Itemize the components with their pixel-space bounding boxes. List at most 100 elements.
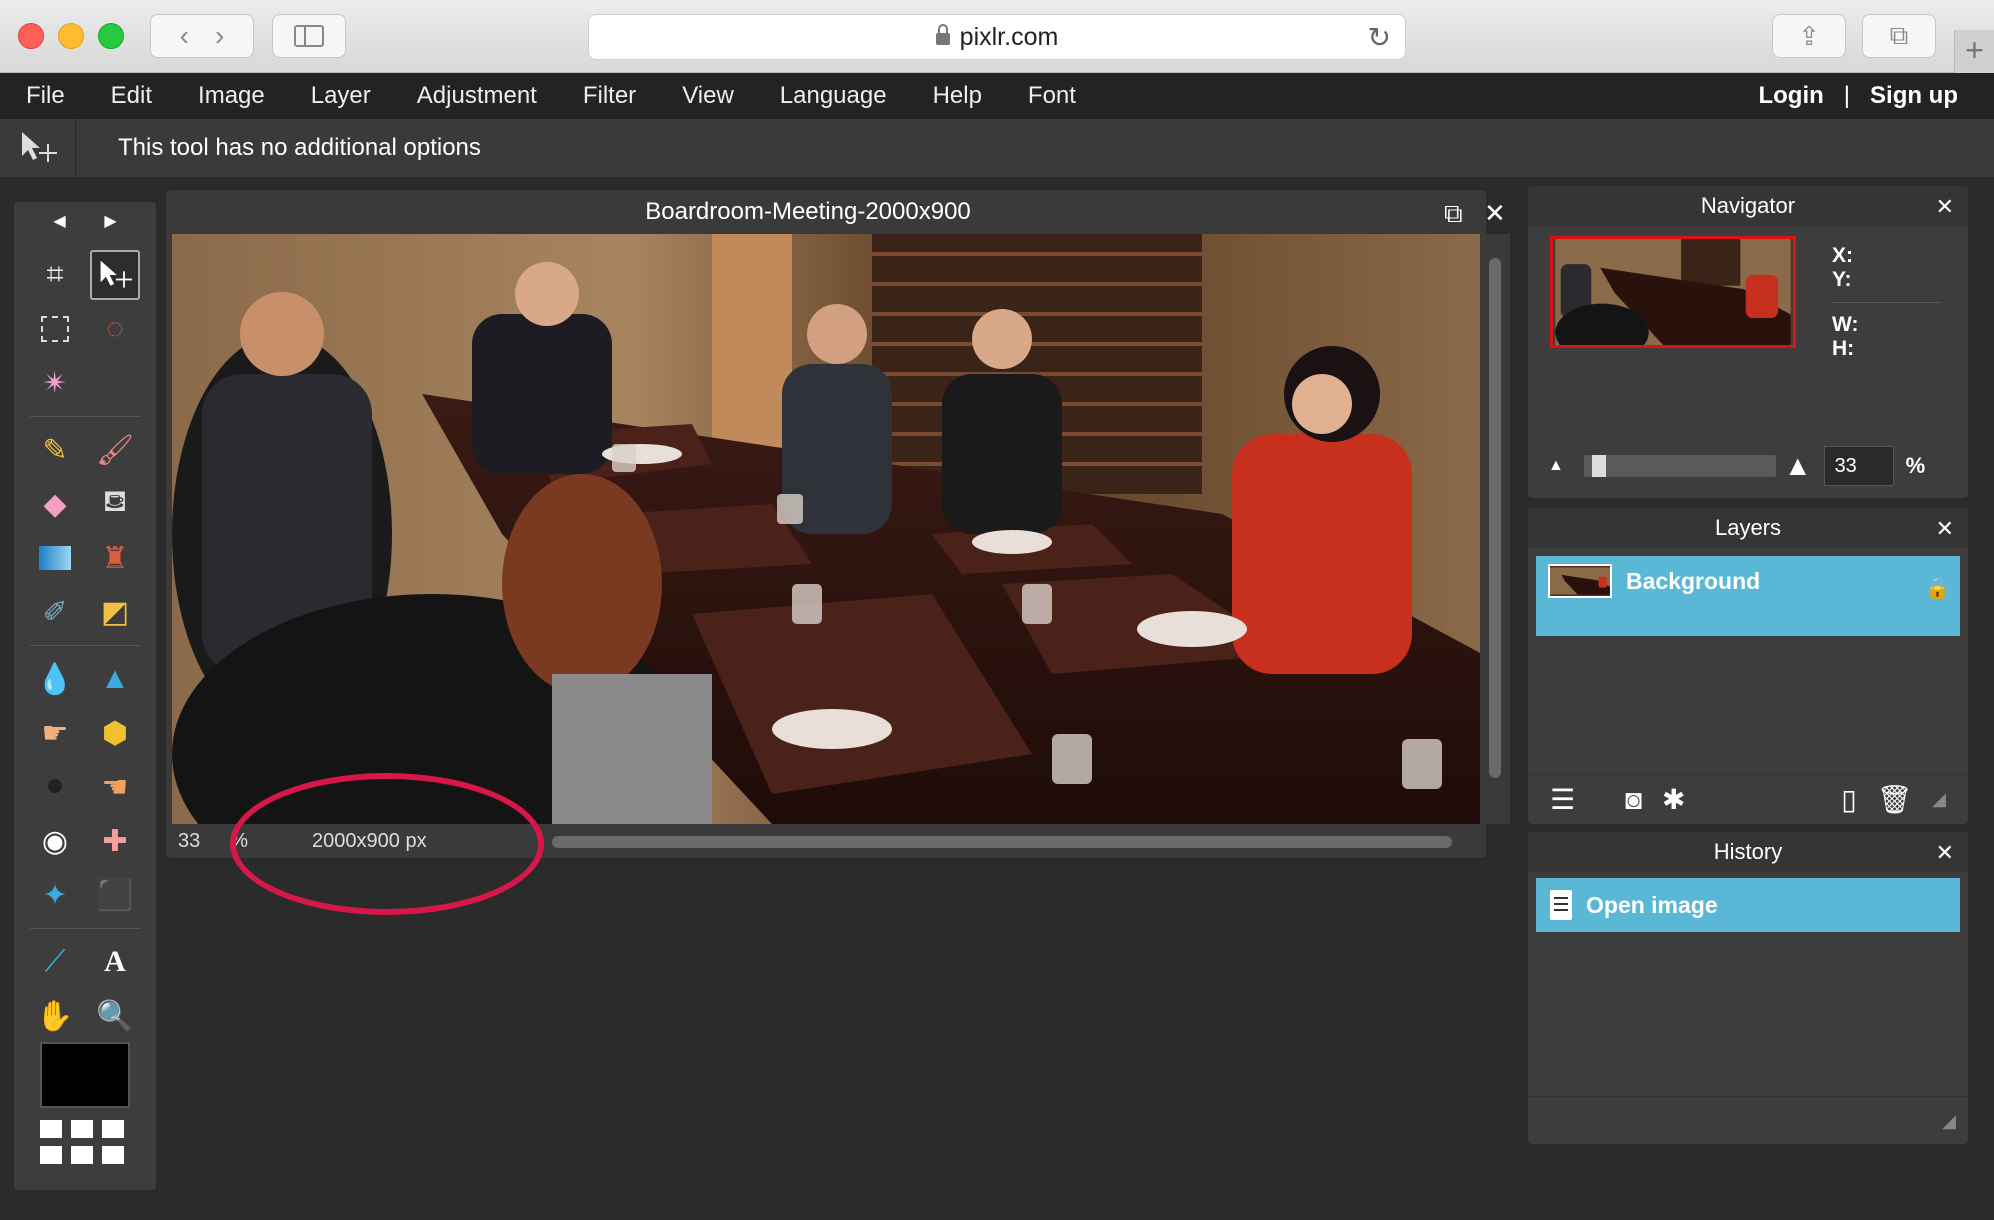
navigator-coordinates: X: Y: W: H: xyxy=(1832,244,1942,361)
sidebar-toggle-button[interactable] xyxy=(272,14,346,58)
menu-adjustment[interactable]: Adjustment xyxy=(394,82,560,110)
type-tool-icon[interactable]: A xyxy=(90,937,140,987)
pinch-tool-icon[interactable]: ⬛ xyxy=(90,870,140,920)
w-label: W: xyxy=(1832,313,1859,336)
menu-image[interactable]: Image xyxy=(175,82,288,110)
lasso-tool-icon[interactable]: ◌ xyxy=(90,304,140,354)
grid-icon[interactable] xyxy=(40,1120,130,1164)
eraser-tool-icon[interactable]: ◆ xyxy=(30,479,80,529)
tabs-icon: ⧉ xyxy=(1889,20,1909,50)
share-button[interactable]: ⇪ xyxy=(1772,14,1846,58)
layer-mask-icon[interactable]: ◙ xyxy=(1625,784,1642,816)
menu-font[interactable]: Font xyxy=(1005,82,1099,110)
resize-handle-icon[interactable]: ◢ xyxy=(1932,789,1946,810)
url-text: pixlr.com xyxy=(959,22,1059,51)
move-tool-button[interactable] xyxy=(90,250,140,300)
tabs-overview-button[interactable]: ⧉ xyxy=(1862,14,1936,58)
move-tool-icon xyxy=(0,119,76,177)
history-close-icon[interactable]: ✕ xyxy=(1936,840,1954,866)
smudge-tool-icon[interactable]: ☛ xyxy=(30,708,80,758)
sponge-tool-icon[interactable]: ⬢ xyxy=(90,708,140,758)
dodge-tool-icon[interactable]: ⚫ xyxy=(30,762,80,812)
menu-view[interactable]: View xyxy=(659,82,757,110)
layer-styles-icon[interactable]: ✱ xyxy=(1662,783,1685,816)
history-item[interactable]: Open image xyxy=(1536,878,1960,932)
new-tab-button[interactable]: + xyxy=(1954,30,1994,73)
signup-link[interactable]: Sign up xyxy=(1870,82,1958,110)
zoom-value[interactable]: 33 xyxy=(178,830,200,853)
menu-layer[interactable]: Layer xyxy=(288,82,394,110)
forward-icon[interactable]: › xyxy=(215,20,224,52)
color-picker-tool-icon[interactable]: ⟋ xyxy=(30,937,80,987)
zoom-input[interactable]: 33 xyxy=(1823,446,1894,486)
minimize-window-button[interactable] xyxy=(58,23,84,49)
sharpen-tool-icon[interactable]: ▲ xyxy=(90,654,140,704)
back-icon[interactable]: ‹ xyxy=(180,20,189,52)
reload-icon[interactable]: ↻ xyxy=(1368,21,1391,54)
brush-tool-icon[interactable]: 🖌 xyxy=(90,425,140,475)
toolbox: ◀ ▶ ⌗ ◌ ✴ ✎ 🖌 ◆ ⛾ ♜ ✐ ◩ 💧 ▲ ☛ ⬢ ⚫ ☚ ◉ ✚ … xyxy=(14,202,156,1190)
menu-file[interactable]: File xyxy=(0,82,88,110)
layers-close-icon[interactable]: ✕ xyxy=(1936,516,1954,542)
magic-wand-tool-icon[interactable]: ✴ xyxy=(30,358,80,408)
resize-handle-icon[interactable]: ◢ xyxy=(1942,1111,1956,1132)
auth-separator: | xyxy=(1843,82,1851,109)
layer-thumbnail xyxy=(1548,564,1612,598)
x-label: X: xyxy=(1832,244,1853,267)
new-layer-icon[interactable]: ▯ xyxy=(1841,783,1856,816)
menu-edit[interactable]: Edit xyxy=(88,82,175,110)
clone-stamp-tool-icon[interactable]: ♜ xyxy=(90,533,140,583)
menu-help[interactable]: Help xyxy=(910,82,1005,110)
zoom-slider[interactable] xyxy=(1583,455,1776,477)
layer-lock-icon[interactable]: 🔒 xyxy=(1925,576,1950,601)
share-icon: ⇪ xyxy=(1798,20,1820,51)
marquee-tool-icon[interactable] xyxy=(30,304,80,354)
zoom-out-icon[interactable]: ▲ xyxy=(1548,457,1564,475)
history-panel: History ✕ Open image ◢ xyxy=(1528,832,1968,1144)
bloat-tool-icon[interactable]: ✦ xyxy=(30,870,80,920)
canvas[interactable] xyxy=(172,234,1482,824)
delete-layer-icon[interactable]: 🗑 xyxy=(1877,783,1913,816)
color-replace-tool-icon[interactable]: ✐ xyxy=(30,587,80,637)
drawing-tool-icon[interactable]: ◩ xyxy=(90,587,140,637)
sidebar-icon xyxy=(294,25,324,47)
vertical-scrollbar[interactable] xyxy=(1480,234,1510,824)
highlight-annotation xyxy=(230,773,544,915)
zoom-percent: % xyxy=(1905,453,1926,478)
restore-window-icon[interactable]: ⧉ xyxy=(1444,198,1463,230)
gradient-tool-icon[interactable] xyxy=(30,533,80,583)
navigator-close-icon[interactable]: ✕ xyxy=(1936,194,1954,220)
horizontal-scrollbar[interactable] xyxy=(552,836,1452,848)
crop-tool-icon[interactable]: ⌗ xyxy=(30,250,80,300)
collapse-right-icon[interactable]: ▶ xyxy=(104,211,116,231)
navigator-title: Navigator xyxy=(1700,193,1796,218)
h-label: H: xyxy=(1832,337,1855,360)
zoom-window-button[interactable] xyxy=(98,23,124,49)
login-link[interactable]: Login xyxy=(1758,82,1823,110)
red-eye-tool-icon[interactable]: ◉ xyxy=(30,816,80,866)
y-label: Y: xyxy=(1832,268,1852,291)
foreground-color-swatch[interactable] xyxy=(40,1042,130,1108)
browser-chrome: ‹ › pixlr.com ↻ ⇪ ⧉ + xyxy=(0,0,1994,73)
spot-heal-tool-icon[interactable]: ✚ xyxy=(90,816,140,866)
blur-tool-icon[interactable]: 💧 xyxy=(30,654,80,704)
zoom-in-icon[interactable]: ▲ xyxy=(1784,450,1812,482)
address-bar[interactable]: pixlr.com ↻ xyxy=(588,14,1406,60)
navigator-header: Navigator ✕ xyxy=(1528,186,1968,226)
paint-bucket-tool-icon[interactable]: ⛾ xyxy=(90,479,140,529)
layer-settings-icon[interactable]: ☰ xyxy=(1550,783,1575,816)
back-forward-buttons[interactable]: ‹ › xyxy=(150,14,254,58)
pencil-tool-icon[interactable]: ✎ xyxy=(30,425,80,475)
collapse-left-icon[interactable]: ◀ xyxy=(53,211,65,231)
menu-language[interactable]: Language xyxy=(757,82,910,110)
zoom-tool-icon[interactable]: 🔍 xyxy=(90,991,140,1041)
burn-tool-icon[interactable]: ☚ xyxy=(90,762,140,812)
hand-tool-icon[interactable]: ✋ xyxy=(30,991,80,1041)
navigator-preview[interactable] xyxy=(1550,236,1796,348)
history-header: History ✕ xyxy=(1528,832,1968,872)
layer-item-background[interactable]: Background 🔒 xyxy=(1536,556,1960,636)
document-title: Boardroom-Meeting-2000x900 xyxy=(645,198,971,225)
close-document-icon[interactable]: ✕ xyxy=(1484,198,1506,229)
close-window-button[interactable] xyxy=(18,23,44,49)
menu-filter[interactable]: Filter xyxy=(560,82,659,110)
